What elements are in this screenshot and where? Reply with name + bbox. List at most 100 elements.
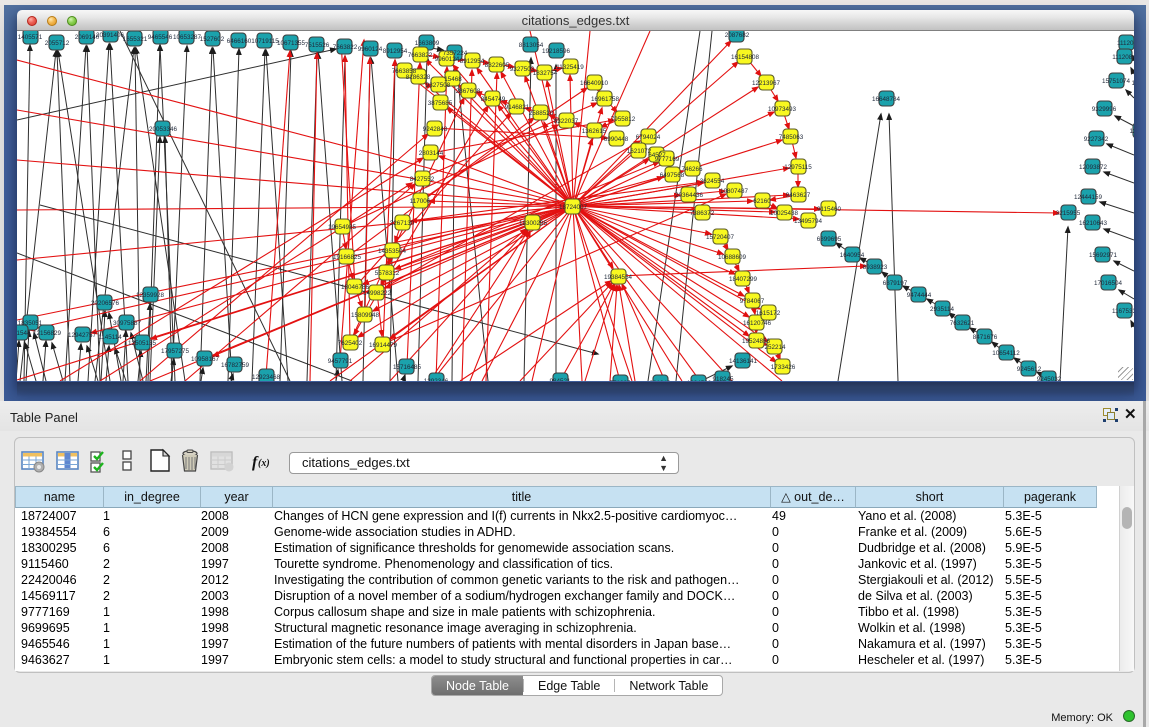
- svg-text:9960124: 9960124: [358, 46, 383, 53]
- svg-text:918245: 918245: [712, 376, 734, 381]
- svg-text:252214: 252214: [764, 344, 786, 351]
- svg-text:1835051: 1835051: [18, 320, 43, 327]
- svg-text:6990448: 6990448: [604, 136, 629, 143]
- svg-text:746266: 746266: [681, 166, 703, 173]
- svg-text:9465546: 9465546: [148, 34, 173, 41]
- svg-text:1832754: 1832754: [533, 70, 558, 77]
- svg-text:7515526: 7515526: [305, 42, 330, 49]
- svg-text:9327503: 9327503: [510, 66, 535, 73]
- svg-text:9115460: 9115460: [817, 206, 842, 213]
- svg-text:18300295: 18300295: [519, 220, 548, 227]
- svg-text:984521: 984521: [549, 378, 571, 381]
- svg-text:10719115: 10719115: [251, 38, 279, 45]
- svg-text:10807487: 10807487: [720, 188, 749, 195]
- svg-text:1663809: 1663809: [415, 40, 440, 47]
- svg-text:20364436: 20364436: [675, 192, 704, 199]
- svg-text:1405571: 1405571: [18, 34, 43, 41]
- svg-text:17016504: 17016504: [1094, 280, 1123, 287]
- svg-text:20053346: 20053346: [149, 126, 178, 133]
- svg-text:9227342: 9227342: [1084, 136, 1109, 143]
- svg-text:12975115: 12975115: [784, 164, 812, 171]
- svg-text:3624554: 3624554: [700, 178, 725, 185]
- svg-text:6794024: 6794024: [636, 134, 661, 141]
- svg-text:16210643: 16210643: [1079, 220, 1108, 227]
- svg-text:3875685: 3875685: [428, 100, 453, 107]
- svg-text:1362615: 1362615: [582, 128, 607, 135]
- svg-text:15751074: 15751074: [1102, 78, 1131, 85]
- svg-text:9329996: 9329996: [1092, 106, 1117, 113]
- svg-text:14998222: 14998222: [363, 290, 392, 297]
- svg-text:14136141: 14136141: [729, 358, 758, 365]
- svg-text:20206576: 20206576: [91, 300, 120, 307]
- svg-text:9457791: 9457791: [328, 358, 353, 365]
- svg-text:15716485: 15716485: [393, 364, 422, 371]
- svg-text:9242848: 9242848: [423, 126, 448, 133]
- svg-text:10671355: 10671355: [277, 40, 306, 47]
- svg-text:16914479: 16914479: [369, 342, 398, 349]
- svg-text:12505135: 12505135: [128, 340, 157, 347]
- svg-text:1292346: 1292346: [424, 378, 449, 381]
- svg-text:111208: 111208: [1117, 40, 1134, 47]
- svg-text:20391406: 20391406: [96, 32, 125, 39]
- svg-text:8912954: 8912954: [383, 48, 408, 55]
- svg-text:6466160: 6466160: [227, 38, 252, 45]
- svg-text:1167533: 1167533: [1112, 308, 1134, 315]
- svg-text:15720407: 15720407: [706, 234, 735, 241]
- svg-text:12093872: 12093872: [1079, 164, 1108, 171]
- svg-text:9463627: 9463627: [786, 192, 811, 199]
- svg-text:12359928: 12359928: [136, 292, 165, 299]
- svg-text:8427552: 8427552: [410, 176, 435, 183]
- svg-text:10654112: 10654112: [992, 350, 1020, 357]
- svg-text:10688609: 10688609: [718, 254, 747, 261]
- svg-text:7663822: 7663822: [408, 52, 433, 59]
- svg-text:117006: 117006: [410, 198, 431, 205]
- svg-text:16782759: 16782759: [221, 362, 250, 369]
- svg-text:14353504: 14353504: [378, 248, 407, 255]
- svg-text:16640910: 16640910: [580, 80, 609, 87]
- svg-text:2803144: 2803144: [419, 150, 444, 157]
- svg-text:3215955: 3215955: [1056, 210, 1081, 217]
- svg-text:122744: 122744: [1129, 128, 1134, 135]
- svg-text:10025438: 10025438: [770, 210, 799, 217]
- svg-text:2935114: 2935114: [930, 306, 955, 313]
- svg-text:9960124: 9960124: [435, 56, 460, 63]
- svg-text:1655321: 1655321: [123, 36, 148, 43]
- svg-text:7485063: 7485063: [779, 134, 804, 141]
- svg-text:19384554: 19384554: [604, 274, 633, 281]
- svg-text:2087682: 2087682: [725, 32, 750, 39]
- svg-text:16120746: 16120746: [743, 320, 772, 327]
- svg-text:10973493: 10973493: [768, 106, 797, 113]
- svg-text:9146821: 9146821: [505, 104, 530, 111]
- svg-text:10653287: 10653287: [173, 34, 202, 41]
- svg-text:5578312: 5578312: [375, 270, 400, 277]
- svg-text:12942757: 12942757: [68, 332, 97, 339]
- svg-text:151061: 151061: [1131, 80, 1134, 87]
- svg-text:7386372: 7386372: [690, 210, 715, 217]
- svg-text:8322605: 8322605: [485, 62, 510, 69]
- svg-text:1615172: 1615172: [756, 310, 781, 317]
- svg-text:7663822: 7663822: [333, 44, 358, 51]
- svg-text:9245032: 9245032: [1037, 376, 1062, 381]
- svg-text:1024503: 1024503: [687, 380, 712, 381]
- svg-text:12213967: 12213967: [752, 80, 781, 87]
- svg-text:391544: 391544: [17, 330, 31, 337]
- svg-text:12444159: 12444159: [1074, 194, 1103, 201]
- svg-text:1640954: 1640954: [840, 252, 865, 259]
- svg-text:18724007: 18724007: [559, 204, 588, 211]
- svg-text:1145114: 1145114: [98, 334, 122, 341]
- svg-text:2055712: 2055712: [45, 40, 70, 47]
- svg-text:11325419: 11325419: [556, 64, 584, 71]
- svg-text:7625402: 7625402: [338, 340, 363, 347]
- svg-text:10958167: 10958167: [191, 356, 220, 363]
- svg-text:(x): (x): [258, 458, 270, 469]
- svg-text:16154808: 16154808: [731, 54, 760, 61]
- svg-text:8322037: 8322037: [554, 118, 579, 125]
- svg-text:9474444: 9474444: [907, 292, 932, 299]
- svg-text:3267130: 3267130: [390, 220, 415, 227]
- svg-text:7955812: 7955812: [611, 116, 636, 123]
- svg-text:6879197: 6879197: [883, 280, 908, 287]
- svg-text:19654985: 19654985: [328, 224, 357, 231]
- svg-text:16648784: 16648784: [872, 96, 901, 103]
- svg-text:8471676: 8471676: [973, 334, 998, 341]
- svg-text:1112084: 1112084: [1112, 54, 1134, 61]
